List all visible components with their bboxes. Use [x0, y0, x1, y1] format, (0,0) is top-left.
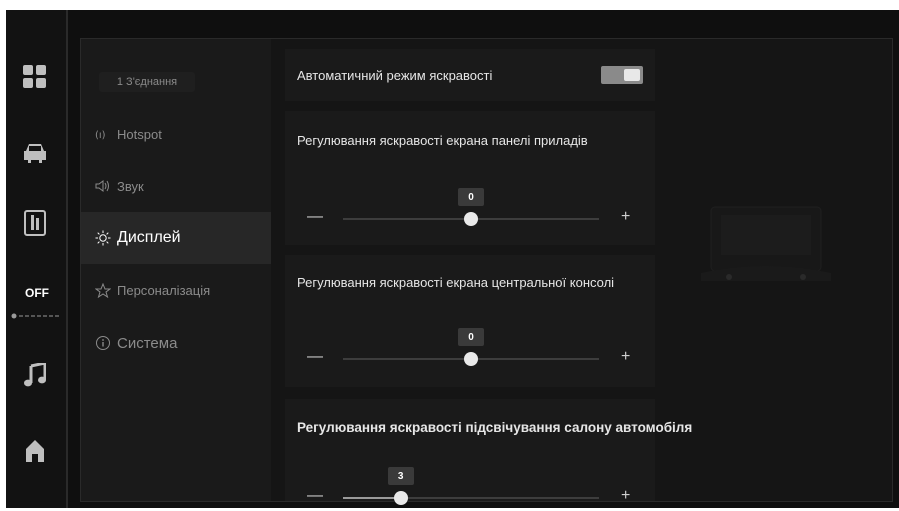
slider-track[interactable]: 3: [343, 467, 599, 505]
console-brightness-panel: Регулювання яскравості екрана центрально…: [285, 255, 655, 387]
decrease-button[interactable]: —: [307, 348, 323, 366]
star-outline-icon: [95, 282, 117, 298]
slider-thumb[interactable]: [464, 212, 478, 226]
dashboard-brightness-panel: Регулювання яскравості екрана панелі при…: [285, 111, 655, 245]
cabin-lighting-panel: Регулювання яскравості підсвічування сал…: [285, 399, 692, 505]
menu-item-label: Hotspot: [117, 126, 162, 142]
hotspot-icon: (ı): [95, 128, 117, 140]
auto-brightness-panel: Автоматичний режим яскравості: [285, 49, 655, 101]
slider-fill: [343, 497, 401, 499]
settings-menu: 1 З'єднання (ı) Hotspot Звук Дисплей Пер…: [81, 39, 271, 501]
menu-item-personalization[interactable]: Персоналізація: [81, 264, 271, 316]
connections-button[interactable]: 1 З'єднання: [99, 72, 195, 92]
console-brightness-slider[interactable]: — 0 +: [285, 328, 655, 374]
decrease-button[interactable]: —: [307, 208, 323, 226]
fan-icon: [11, 306, 63, 319]
cabin-lighting-slider[interactable]: — 3 +: [285, 467, 655, 508]
slider-value-bubble: 3: [387, 467, 414, 485]
auto-brightness-toggle[interactable]: [601, 66, 643, 84]
slider-thumb[interactable]: [464, 352, 478, 366]
menu-item-display[interactable]: Дисплей: [81, 212, 271, 264]
phone-tablet-icon[interactable]: [18, 206, 52, 240]
info-icon: [95, 335, 117, 351]
car-icon[interactable]: [18, 136, 52, 170]
speaker-icon: [95, 180, 117, 192]
infotainment-screen: OFF 1 З'єднання (ı) Hotspot Звук Дисплей…: [6, 10, 899, 508]
decrease-button[interactable]: —: [307, 487, 323, 505]
cabin-lighting-label: Регулювання яскравості підсвічування сал…: [297, 420, 693, 435]
slider-track[interactable]: 0: [343, 188, 599, 226]
sun-icon: [95, 230, 117, 246]
toggle-knob: [624, 69, 640, 81]
increase-button[interactable]: +: [621, 487, 630, 505]
increase-button[interactable]: +: [621, 208, 630, 226]
slider-value-bubble: 0: [458, 188, 484, 206]
dashboard-brightness-slider[interactable]: — 0 +: [285, 188, 655, 234]
fan-status[interactable]: OFF: [10, 286, 64, 300]
slider-track[interactable]: 0: [343, 328, 599, 366]
menu-item-label: Звук: [117, 178, 144, 194]
left-dock: OFF: [6, 10, 66, 508]
settings-window: 1 З'єднання (ı) Hotspot Звук Дисплей Пер…: [80, 38, 893, 505]
menu-item-sound[interactable]: Звук: [81, 160, 271, 212]
menu-item-label: Система: [117, 334, 178, 352]
auto-brightness-label: Автоматичний режим яскравості: [297, 68, 493, 83]
slider-value-bubble: 0: [458, 328, 484, 346]
menu-item-hotspot[interactable]: (ı) Hotspot: [81, 108, 271, 160]
dock-divider: [66, 10, 68, 508]
slider-thumb[interactable]: [393, 491, 408, 505]
menu-item-label: Дисплей: [117, 229, 181, 246]
home-icon[interactable]: [18, 434, 52, 468]
menu-item-label: Персоналізація: [117, 282, 211, 298]
svg-text:(ı): (ı): [95, 130, 106, 140]
console-brightness-label: Регулювання яскравості екрана центрально…: [297, 275, 615, 290]
car-preview-image: [691, 189, 841, 299]
increase-button[interactable]: +: [621, 348, 630, 366]
grid-apps-icon[interactable]: [18, 60, 52, 94]
dashboard-brightness-label: Регулювання яскравості екрана панелі при…: [297, 133, 588, 148]
music-note-icon[interactable]: [18, 358, 52, 392]
menu-item-system[interactable]: Система: [81, 317, 271, 369]
